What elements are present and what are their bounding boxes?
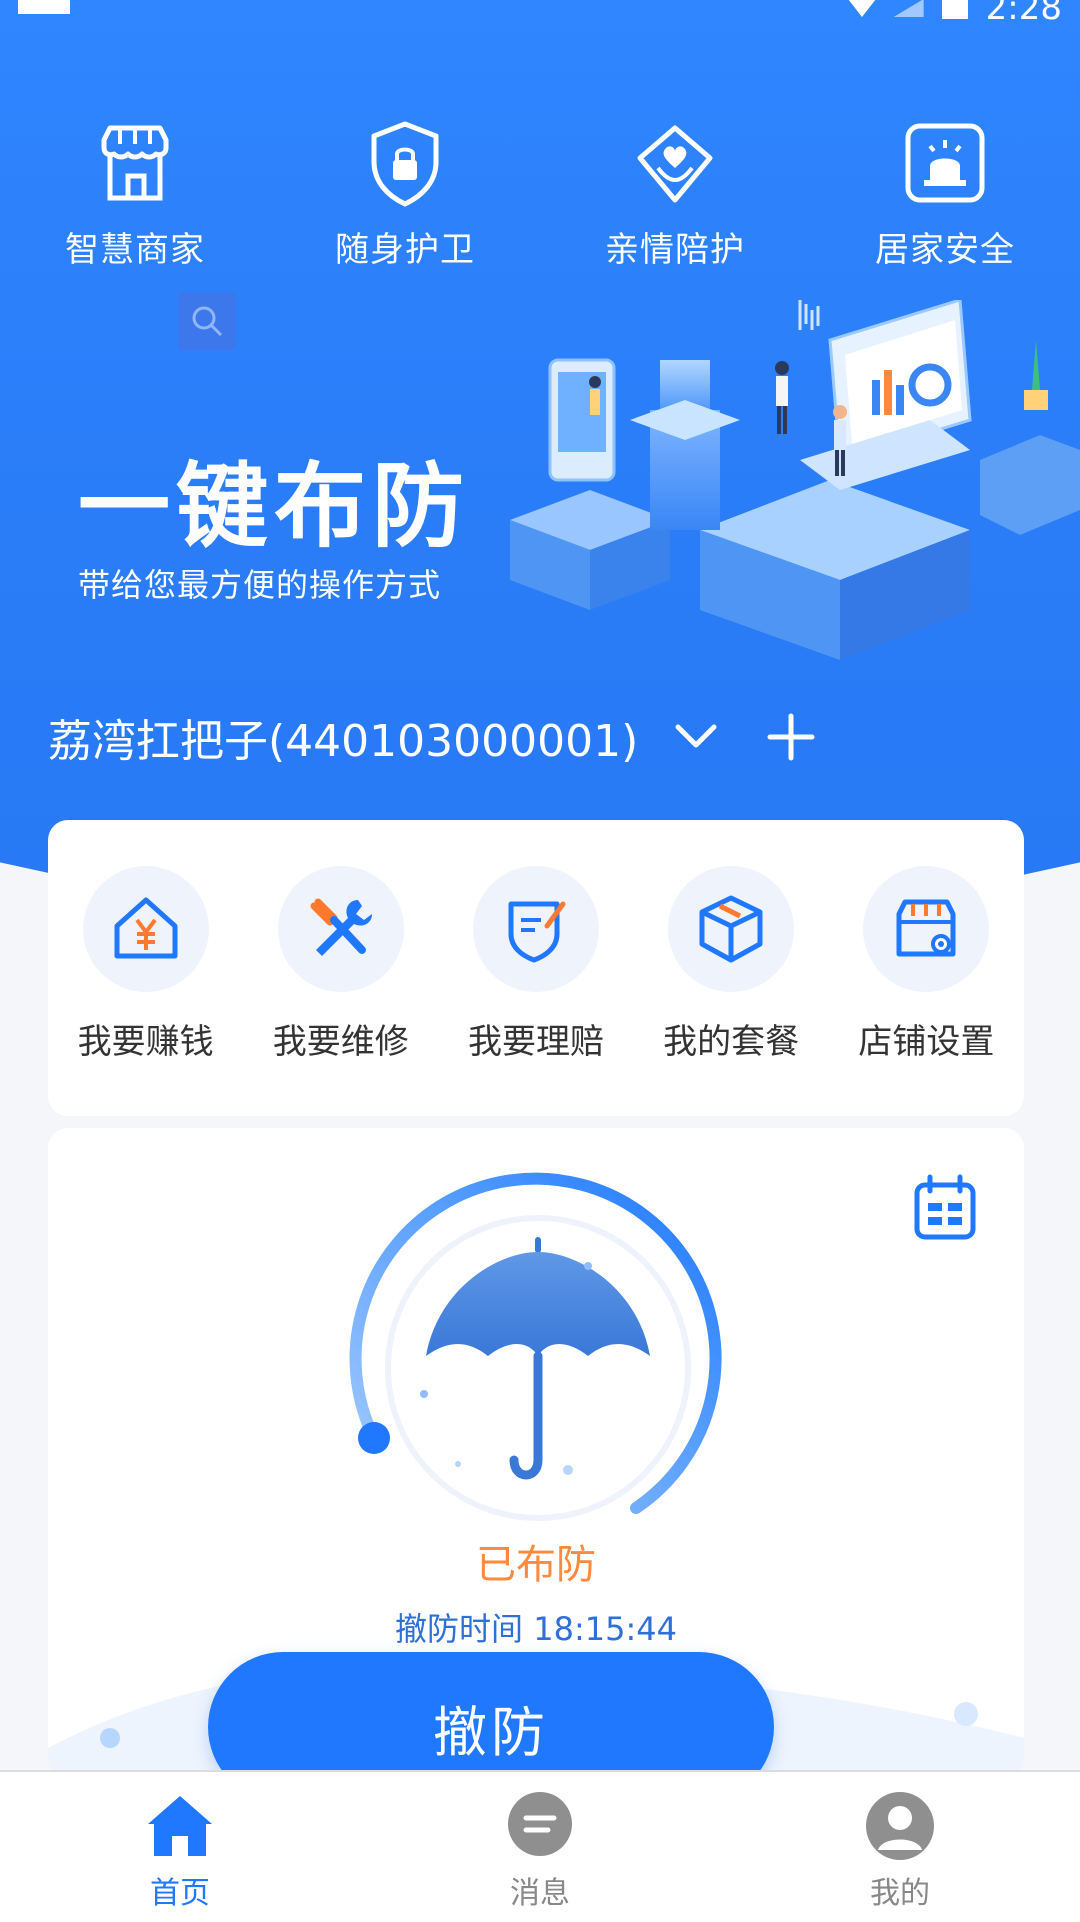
search-button[interactable] (178, 292, 236, 350)
quick-action-label: 我要维修 (272, 1022, 409, 1062)
quick-action-repair[interactable]: 我要维修 (253, 866, 429, 1063)
chevron-down-icon[interactable] (672, 713, 720, 761)
quick-actions-card: 我要赚钱 我要维修 我要理赔 我的套餐 店铺设置 (48, 820, 1024, 1116)
banner-title: 一键布防 (78, 453, 471, 560)
alarm-light-icon (905, 123, 985, 203)
quick-action-label: 我要理赔 (467, 1022, 604, 1062)
status-time: 2:28 (985, 0, 1062, 28)
message-icon (508, 1792, 572, 1856)
home-icon (148, 1796, 212, 1856)
quick-action-earn-money[interactable]: 我要赚钱 (58, 866, 234, 1063)
battery-icon (941, 0, 968, 19)
banner-subtitle: 带给您最方便的操作方式 (78, 566, 442, 604)
heart-hands-icon (637, 125, 713, 203)
quick-action-shop-settings[interactable]: 店铺设置 (838, 866, 1014, 1063)
nav-label: 首页 (150, 1876, 210, 1911)
signal-icon (893, 0, 924, 17)
claim-shield-icon (508, 901, 566, 963)
store-icon (101, 125, 169, 201)
disarm-time-text: 撤防时间 18:15:44 (395, 1610, 677, 1648)
feature-family-care[interactable]: 亲情陪护 (575, 118, 775, 271)
feature-smart-merchant[interactable]: 智慧商家 (35, 118, 235, 271)
account-name: 荔湾扛把子(440103000001) (48, 716, 639, 767)
nav-messages[interactable]: 消息 (440, 1782, 640, 1912)
banner-illustration (510, 300, 1080, 660)
notification-icon (18, 0, 70, 14)
quick-action-label: 我的套餐 (663, 1022, 800, 1062)
account-selector[interactable]: 荔湾扛把子(440103000001) (48, 705, 818, 769)
profile-icon (866, 1792, 934, 1860)
wifi-icon (847, 0, 876, 17)
calendar-icon[interactable] (912, 1173, 978, 1243)
defense-status-text: 已布防 (476, 1542, 596, 1588)
repair-tools-icon (310, 898, 372, 956)
add-account-icon[interactable] (764, 710, 818, 764)
search-icon (192, 306, 223, 337)
quick-action-label: 我要赚钱 (77, 1022, 214, 1062)
feature-personal-guard[interactable]: 随身护卫 (305, 118, 505, 271)
feature-label: 居家安全 (875, 230, 1015, 270)
quick-action-claim[interactable]: 我要理赔 (448, 866, 624, 1063)
status-bar: 2:28 (0, 0, 1080, 28)
nav-label: 我的 (870, 1876, 930, 1911)
feature-home-security[interactable]: 居家安全 (845, 118, 1045, 271)
feature-label: 随身护卫 (335, 230, 475, 270)
shop-settings-icon (896, 899, 956, 957)
bottom-navigation: 首页 消息 我的 (0, 1770, 1080, 1922)
feature-label: 亲情陪护 (605, 230, 745, 270)
quick-action-package[interactable]: 我的套餐 (643, 866, 819, 1063)
quick-action-label: 店铺设置 (858, 1022, 995, 1062)
feature-label: 智慧商家 (65, 230, 205, 270)
feature-row: 智慧商家 随身护卫 亲情陪护 居家安全 (0, 118, 1080, 271)
package-box-icon (699, 895, 763, 963)
nav-profile[interactable]: 我的 (800, 1782, 1000, 1912)
nav-label: 消息 (510, 1876, 570, 1911)
nav-home[interactable]: 首页 (80, 1782, 280, 1912)
defense-status-dial (349, 1172, 722, 1521)
money-house-icon (114, 897, 178, 959)
shield-lock-icon (371, 121, 439, 207)
